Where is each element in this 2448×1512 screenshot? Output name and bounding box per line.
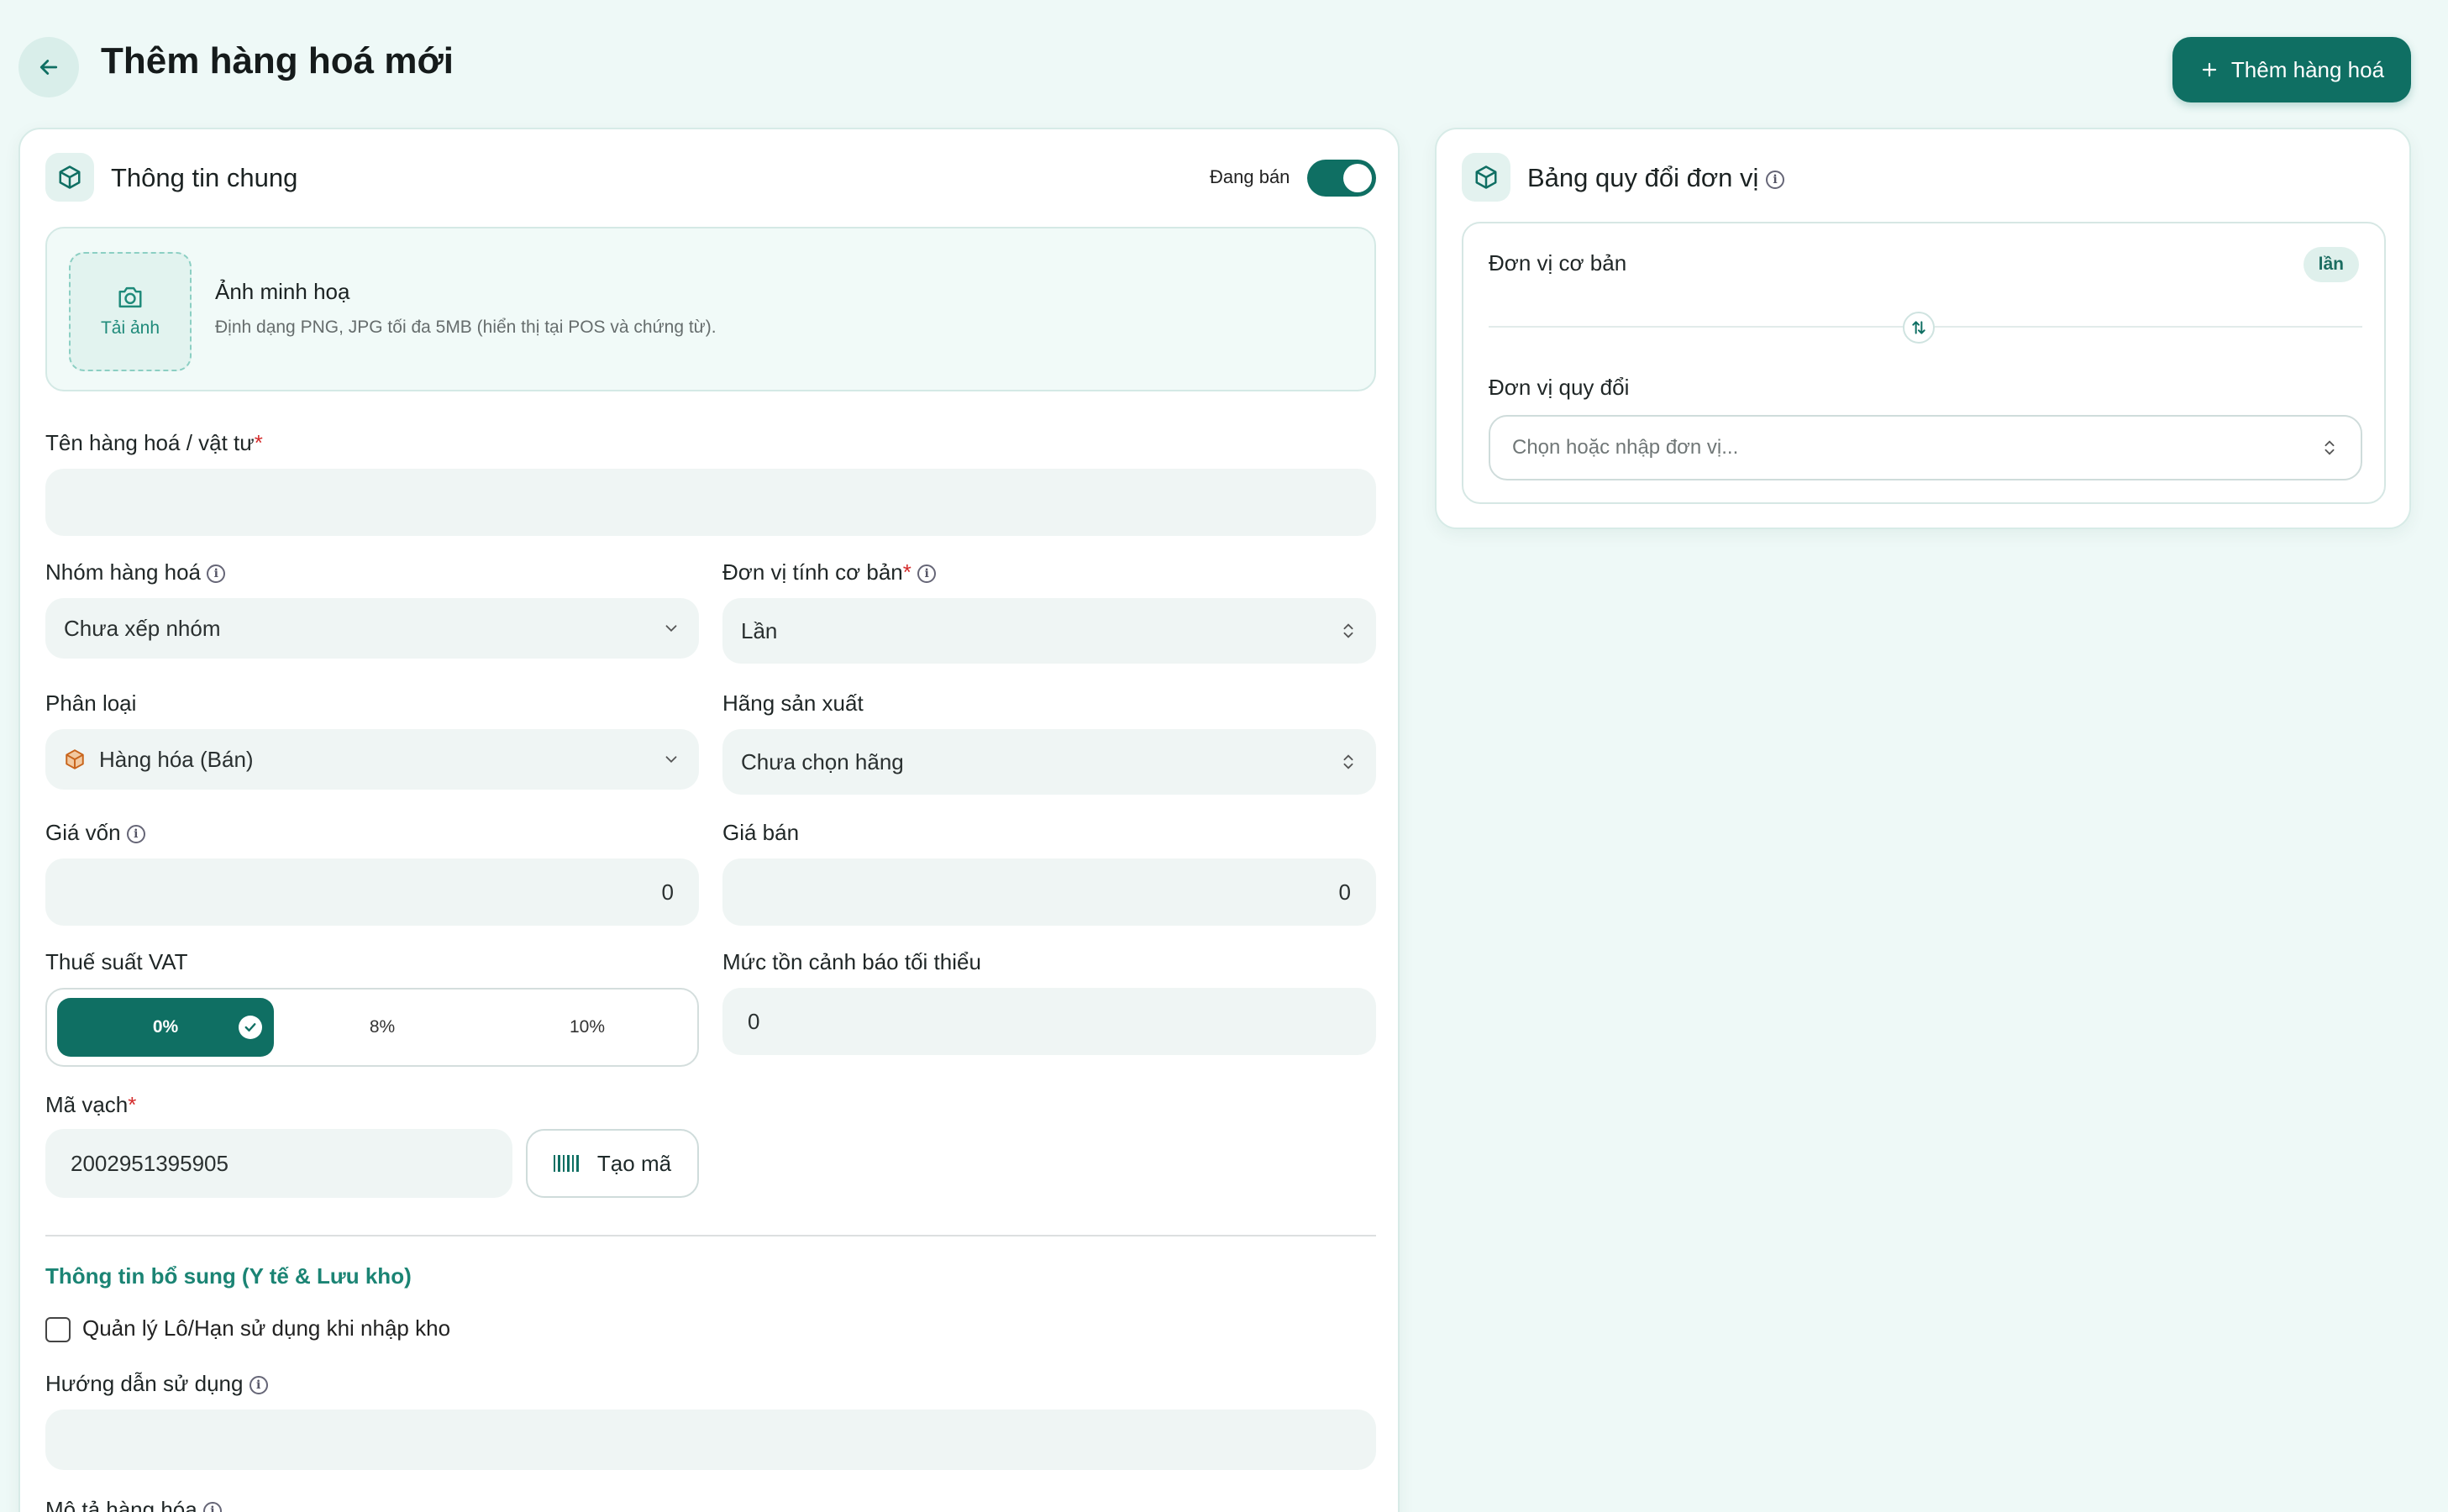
vat-option-10[interactable]: 10%	[486, 998, 689, 1057]
check-icon	[239, 1016, 262, 1039]
unit-conversion-title: Bảng quy đổi đơn vị i	[1527, 163, 1785, 193]
base-unit-label: Đơn vị tính cơ bản* i	[722, 559, 937, 585]
manufacturer-select[interactable]: Chưa chọn hãng	[722, 729, 1376, 795]
info-icon: i	[126, 825, 145, 844]
manufacturer-label: Hãng sản xuất	[722, 690, 864, 716]
barcode-label: Mã vạch*	[45, 1092, 137, 1117]
info-icon: i	[917, 564, 937, 584]
conversion-box: Đơn vị cơ bản lần Đơn vị quy đổi Chọn ho…	[1462, 222, 2386, 504]
upload-hint: Định dạng PNG, JPG tối đa 5MB (hiển thị …	[215, 318, 717, 337]
chevrons-up-down-icon	[2325, 440, 2335, 455]
back-button[interactable]	[18, 37, 79, 97]
cost-price-label: Giá vốn i	[45, 820, 145, 846]
selling-status-toggle[interactable]	[1307, 160, 1376, 197]
swap-vertical-icon[interactable]	[1903, 312, 1935, 344]
vat-selector: 0% 8% 10%	[45, 988, 699, 1067]
usage-label: Hướng dẫn sử dụng i	[45, 1371, 268, 1397]
upload-image-label: Tải ảnh	[100, 318, 160, 338]
barcode-input[interactable]: 2002951395905	[45, 1129, 512, 1198]
lot-expiry-checkbox[interactable]	[45, 1317, 71, 1342]
package-icon	[1462, 153, 1510, 202]
vat-label: Thuế suất VAT	[45, 949, 188, 974]
base-unit-select[interactable]: Lần	[722, 598, 1376, 664]
generate-barcode-label: Tạo mã	[596, 1150, 672, 1176]
description-label: Mô tả hàng hóa i	[45, 1497, 222, 1512]
product-group-label: Nhóm hàng hoá i	[45, 559, 226, 585]
page-title: Thêm hàng hoá mới	[101, 40, 454, 81]
min-stock-label: Mức tồn cảnh báo tối thiểu	[722, 949, 981, 974]
general-info-card: Thông tin chung Đang bán Tải ảnh Ảnh min…	[18, 128, 1400, 1512]
info-icon: i	[202, 1502, 222, 1512]
chevron-down-icon	[665, 625, 677, 633]
vat-option-8[interactable]: 8%	[281, 998, 484, 1057]
chevrons-up-down-icon	[1343, 623, 1353, 638]
camera-icon	[118, 286, 142, 308]
page: Thêm hàng hoá mới Thêm hàng hoá Thông ti…	[0, 0, 2448, 1512]
usage-input[interactable]	[45, 1410, 1376, 1470]
product-name-label: Tên hàng hoá / vật tư*	[45, 430, 263, 455]
info-icon: i	[249, 1376, 268, 1395]
sale-price-input[interactable]: 0	[722, 858, 1376, 926]
lot-expiry-label: Quản lý Lô/Hạn sử dụng khi nhập kho	[82, 1315, 451, 1341]
selling-status-label: Đang bán	[1210, 166, 1290, 187]
upload-image-button[interactable]: Tải ảnh	[69, 252, 192, 371]
chevron-down-icon	[665, 756, 677, 764]
add-product-button[interactable]: Thêm hàng hoá	[2172, 37, 2411, 102]
sale-price-label: Giá bán	[722, 820, 800, 845]
cost-price-input[interactable]: 0	[45, 858, 699, 926]
product-name-input[interactable]	[45, 469, 1376, 536]
package-icon	[66, 749, 84, 769]
arrow-left-icon	[39, 60, 58, 75]
vat-option-0[interactable]: 0%	[57, 998, 274, 1057]
category-select[interactable]: Hàng hóa (Bán)	[45, 729, 699, 790]
convert-unit-title: Đơn vị quy đổi	[1489, 375, 1630, 400]
product-group-select[interactable]: Chưa xếp nhóm	[45, 598, 699, 659]
unit-conversion-card: Bảng quy đổi đơn vị i Đơn vị cơ bản lần …	[1435, 128, 2411, 529]
upload-title: Ảnh minh hoạ	[215, 279, 350, 304]
category-label: Phân loại	[45, 690, 137, 716]
base-unit-badge: lần	[2303, 247, 2359, 282]
min-stock-input[interactable]: 0	[722, 988, 1376, 1055]
extra-info-title: Thông tin bổ sung (Y tế & Lưu kho)	[45, 1263, 412, 1289]
barcode-icon	[553, 1155, 579, 1172]
chevrons-up-down-icon	[1343, 754, 1353, 769]
plus-icon	[2202, 62, 2217, 77]
base-unit-title: Đơn vị cơ bản	[1489, 250, 1627, 276]
convert-unit-select[interactable]: Chọn hoặc nhập đơn vị...	[1489, 415, 2362, 480]
info-icon: i	[1766, 170, 1785, 189]
image-upload-area: Tải ảnh Ảnh minh hoạ Định dạng PNG, JPG …	[45, 227, 1376, 391]
package-icon	[45, 153, 94, 202]
generate-barcode-button[interactable]: Tạo mã	[526, 1129, 699, 1198]
add-product-label: Thêm hàng hoá	[2230, 56, 2385, 82]
info-icon: i	[207, 564, 226, 584]
general-info-title: Thông tin chung	[111, 163, 298, 192]
section-divider	[45, 1235, 1376, 1236]
